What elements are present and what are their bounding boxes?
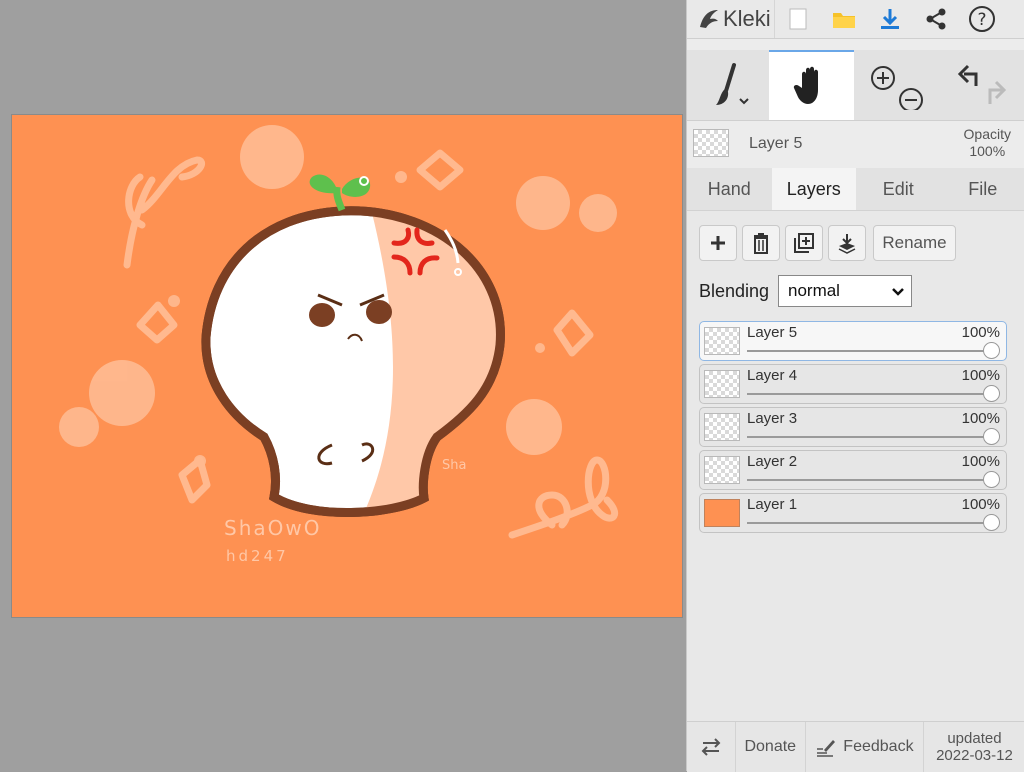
new-image-icon bbox=[788, 7, 808, 31]
new-image-button[interactable] bbox=[775, 0, 821, 38]
layer-name: Layer 4 bbox=[747, 367, 797, 384]
side-panel: Kleki ? bbox=[686, 0, 1024, 771]
layers-panel: Rename Blending normal Layer 5 100% Laye… bbox=[687, 211, 1024, 721]
layer-row-3[interactable]: Layer 3 100% bbox=[699, 407, 1007, 447]
current-layer-thumbnail bbox=[693, 129, 729, 157]
layer-opacity: 100% bbox=[962, 367, 1000, 384]
help-button[interactable]: ? bbox=[959, 0, 1005, 38]
merge-down-icon bbox=[836, 232, 858, 254]
brush-tool-button[interactable] bbox=[687, 50, 769, 120]
updated-info[interactable]: updated 2022-03-12 bbox=[924, 722, 1024, 772]
tab-hand[interactable]: Hand bbox=[687, 168, 772, 210]
feedback-link[interactable]: Feedback bbox=[806, 722, 924, 772]
add-layer-button[interactable] bbox=[699, 225, 737, 261]
feedback-icon bbox=[815, 737, 837, 757]
layer-name: Layer 1 bbox=[747, 496, 797, 513]
duplicate-layer-button[interactable] bbox=[785, 225, 823, 261]
tab-layers[interactable]: Layers bbox=[772, 168, 857, 210]
app-name: Kleki bbox=[723, 6, 771, 32]
layer-opacity: 100% bbox=[962, 410, 1000, 427]
undo-icon[interactable] bbox=[960, 66, 976, 86]
kleki-logo-icon bbox=[697, 7, 721, 31]
top-toolbar: Kleki ? bbox=[687, 0, 1024, 39]
bottom-bar: Donate Feedback updated 2022-03-12 bbox=[687, 721, 1024, 772]
delete-layer-button[interactable] bbox=[742, 225, 780, 261]
feedback-label: Feedback bbox=[843, 738, 913, 756]
tab-file[interactable]: File bbox=[941, 168, 1024, 210]
app-logo[interactable]: Kleki bbox=[687, 0, 775, 38]
panel-tabs: Hand Layers Edit File bbox=[687, 168, 1024, 211]
signature-main: ShaOwO bbox=[224, 516, 321, 540]
current-layer-info: Layer 5 Opacity 100% bbox=[687, 122, 1024, 164]
layer-opacity-handle[interactable] bbox=[983, 514, 1000, 531]
layer-opacity-slider[interactable] bbox=[747, 522, 992, 524]
donate-link[interactable]: Donate bbox=[736, 722, 806, 772]
layer-row-4[interactable]: Layer 4 100% bbox=[699, 364, 1007, 404]
opacity-value: 100% bbox=[964, 143, 1011, 160]
layer-opacity-handle[interactable] bbox=[983, 342, 1000, 359]
layer-row-1[interactable]: Layer 1 100% bbox=[699, 493, 1007, 533]
layer-opacity: 100% bbox=[962, 496, 1000, 513]
signature-small: Sha bbox=[442, 458, 466, 473]
hand-icon bbox=[792, 64, 832, 108]
updated-label: updated bbox=[947, 730, 1001, 747]
open-button[interactable] bbox=[821, 0, 867, 38]
layer-row-2[interactable]: Layer 2 100% bbox=[699, 450, 1007, 490]
artwork: ShaOwO hd247 Sha bbox=[12, 115, 682, 617]
redo-icon[interactable] bbox=[990, 82, 1004, 104]
blending-select[interactable]: normal bbox=[778, 275, 912, 307]
layer-thumbnail bbox=[704, 499, 740, 527]
signature-sub: hd247 bbox=[226, 547, 289, 565]
layer-opacity: 100% bbox=[962, 324, 1000, 341]
layer-row-5[interactable]: Layer 5 100% bbox=[699, 321, 1007, 361]
tab-edit[interactable]: Edit bbox=[856, 168, 941, 210]
download-button[interactable] bbox=[867, 0, 913, 38]
layer-name: Layer 5 bbox=[747, 324, 797, 341]
layer-opacity-slider[interactable] bbox=[747, 479, 992, 481]
chevron-down-icon bbox=[891, 282, 905, 300]
layer-name: Layer 2 bbox=[747, 453, 797, 470]
tool-selector bbox=[687, 50, 1024, 121]
help-icon: ? bbox=[968, 5, 996, 33]
layer-thumbnail bbox=[704, 456, 740, 484]
layer-name: Layer 3 bbox=[747, 410, 797, 427]
add-layer-icon bbox=[709, 234, 727, 252]
opacity-label: Opacity bbox=[964, 126, 1011, 143]
rename-layer-button[interactable]: Rename bbox=[873, 225, 956, 261]
open-folder-icon bbox=[831, 8, 857, 30]
layer-opacity-slider[interactable] bbox=[747, 436, 992, 438]
layer-opacity-slider[interactable] bbox=[747, 393, 992, 395]
download-icon bbox=[878, 7, 902, 31]
layer-opacity-handle[interactable] bbox=[983, 471, 1000, 488]
svg-text:?: ? bbox=[977, 10, 986, 30]
layer-opacity-handle[interactable] bbox=[983, 385, 1000, 402]
blending-label: Blending bbox=[699, 281, 769, 302]
delete-layer-icon bbox=[752, 232, 770, 254]
layer-opacity-slider[interactable] bbox=[747, 350, 992, 352]
layer-opacity: 100% bbox=[962, 453, 1000, 470]
layer-thumbnail bbox=[704, 327, 740, 355]
zoom-out-icon[interactable] bbox=[900, 89, 922, 110]
canvas-workspace[interactable]: ShaOwO hd247 Sha bbox=[0, 0, 686, 771]
drawing-canvas[interactable]: ShaOwO hd247 Sha bbox=[12, 115, 682, 617]
opacity-display[interactable]: Opacity 100% bbox=[964, 126, 1011, 160]
layer-thumbnail bbox=[704, 370, 740, 398]
swap-side-button[interactable] bbox=[687, 722, 736, 772]
share-button[interactable] bbox=[913, 0, 959, 38]
merge-down-button[interactable] bbox=[828, 225, 866, 261]
updated-date: 2022-03-12 bbox=[936, 747, 1013, 764]
layer-thumbnail bbox=[704, 413, 740, 441]
layer-opacity-handle[interactable] bbox=[983, 428, 1000, 445]
duplicate-layer-icon bbox=[793, 232, 815, 254]
brush-icon bbox=[706, 61, 750, 109]
zoom-in-icon[interactable] bbox=[872, 67, 894, 89]
share-icon bbox=[924, 7, 948, 31]
hand-tool-button[interactable] bbox=[769, 50, 854, 120]
history-buttons bbox=[939, 50, 1021, 120]
swap-icon bbox=[699, 736, 723, 758]
current-layer-name: Layer 5 bbox=[749, 135, 802, 153]
blending-value: normal bbox=[788, 281, 840, 301]
zoom-buttons bbox=[857, 50, 937, 120]
